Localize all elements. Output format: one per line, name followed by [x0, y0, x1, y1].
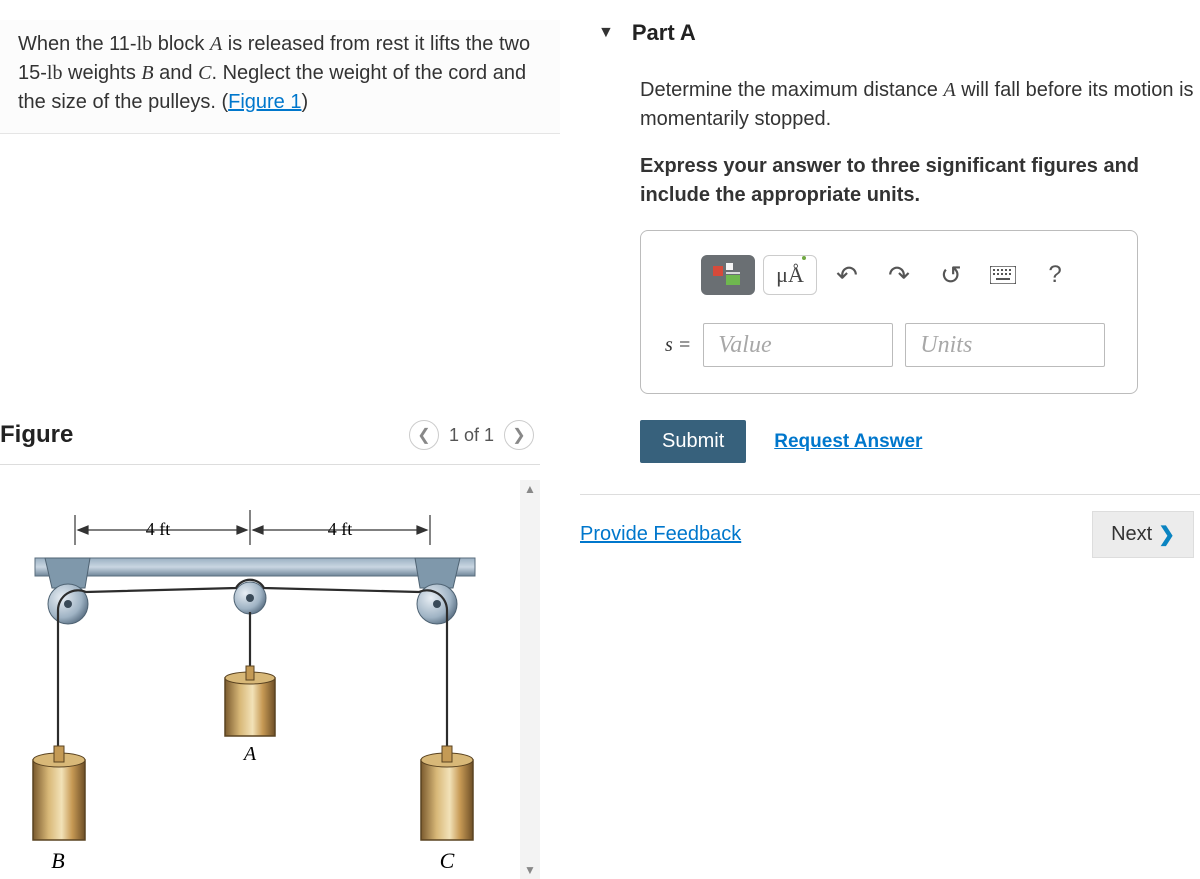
problem-statement: When the 11-lb block A is released from …: [0, 20, 560, 134]
templates-button[interactable]: [701, 255, 755, 295]
label-A: A: [242, 743, 257, 765]
figure-counter: 1 of 1: [449, 425, 494, 446]
redo-button[interactable]: ↷: [877, 255, 921, 295]
units-input[interactable]: Units: [905, 323, 1105, 367]
var-C: C: [198, 62, 211, 84]
help-button[interactable]: ?: [1033, 255, 1077, 295]
precision-instruction: Express your answer to three significant…: [640, 152, 1200, 210]
label-B: B: [51, 848, 64, 873]
scroll-down-icon[interactable]: ▼: [524, 863, 536, 877]
part-title: Part A: [632, 20, 696, 46]
submit-button[interactable]: Submit: [640, 420, 746, 463]
unit-lb: lb: [137, 33, 153, 55]
var-B: B: [141, 62, 153, 84]
footer-row: Provide Feedback Next ❯: [580, 494, 1200, 558]
value-input[interactable]: Value: [703, 323, 893, 367]
problem-text: When the 11-: [18, 33, 137, 55]
figure-scrollbar[interactable]: ▲ ▼: [520, 480, 540, 879]
units-button[interactable]: μÅ: [763, 255, 817, 295]
figure-nav: ❮ 1 of 1 ❯: [409, 420, 534, 450]
scroll-up-icon[interactable]: ▲: [524, 482, 536, 496]
figure-title: Figure: [0, 421, 73, 449]
unit-lb: lb: [47, 62, 63, 84]
question-text: Determine the maximum distance A will fa…: [640, 76, 1200, 134]
undo-button[interactable]: ↶: [825, 255, 869, 295]
dim-right: 4 ft: [328, 519, 353, 539]
keyboard-button[interactable]: [981, 255, 1025, 295]
dim-left: 4 ft: [146, 519, 171, 539]
reset-button[interactable]: ↺: [929, 255, 973, 295]
figure-link[interactable]: Figure 1: [228, 91, 301, 113]
label-C: C: [440, 848, 455, 873]
next-button[interactable]: Next ❯: [1092, 511, 1194, 558]
collapse-caret-icon[interactable]: ▼: [598, 24, 614, 42]
chevron-right-icon: ❯: [1158, 522, 1175, 547]
figure-image: 4 ft 4 ft: [0, 480, 520, 879]
provide-feedback-link[interactable]: Provide Feedback: [580, 523, 741, 546]
figure-prev-button[interactable]: ❮: [409, 420, 439, 450]
var-A: A: [210, 33, 222, 55]
figure-next-button[interactable]: ❯: [504, 420, 534, 450]
variable-label: s =: [665, 334, 691, 357]
part-header[interactable]: ▼ Part A: [580, 0, 1200, 76]
request-answer-link[interactable]: Request Answer: [774, 431, 922, 453]
answer-toolbar: μÅ ↶ ↷ ↺ ?: [659, 255, 1119, 295]
answer-box: μÅ ↶ ↷ ↺ ? s = Value Units: [640, 230, 1138, 394]
figure-header: Figure ❮ 1 of 1 ❯: [0, 420, 540, 465]
